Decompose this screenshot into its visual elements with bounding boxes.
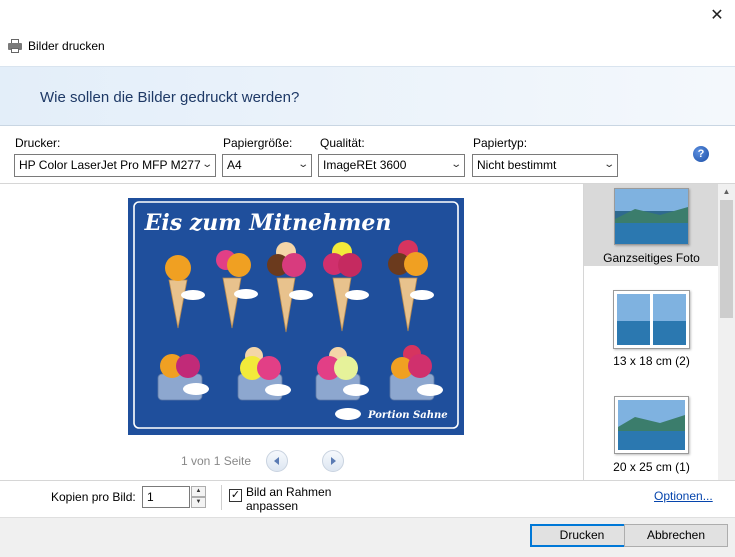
scroll-up-icon[interactable]: ▲: [718, 184, 735, 200]
chevron-down-icon: ⌄: [449, 159, 462, 170]
layout-item-13x18[interactable]: 13 x 18 cm (2): [584, 284, 719, 370]
layout-thumbnail: [614, 396, 689, 454]
printer-select[interactable]: HP Color LaserJet Pro MFP M277 ⌄: [14, 154, 216, 177]
cancel-button[interactable]: Abbrechen: [624, 524, 728, 547]
layout-item-full-page[interactable]: Ganzseitiges Foto: [584, 184, 719, 266]
layout-label: Ganzseitiges Foto: [603, 251, 700, 265]
paper-type-label: Papiertyp:: [473, 136, 528, 150]
preview-image-caption: Portion Sahne: [367, 410, 448, 421]
next-page-button[interactable]: [322, 450, 344, 472]
page-indicator: 1 von 1 Seite: [181, 454, 252, 468]
printer-value: HP Color LaserJet Pro MFP M277: [19, 158, 201, 172]
layout-item-20x25[interactable]: 20 x 25 cm (1): [584, 390, 719, 476]
copies-input[interactable]: 1: [142, 486, 190, 508]
chevron-down-icon: ⌄: [296, 159, 309, 170]
quality-value: ImageREt 3600: [323, 158, 407, 172]
paper-type-select[interactable]: Nicht bestimmt ⌄: [472, 154, 618, 177]
page-title: Wie sollen die Bilder gedruckt werden?: [40, 89, 300, 106]
scrollbar-thumb[interactable]: [720, 200, 733, 318]
window-title-bar: Bilder drucken: [8, 37, 105, 55]
preview-image-title: Eis zum Mitnehmen: [144, 210, 392, 236]
paper-size-value: A4: [227, 158, 242, 172]
chevron-down-icon: ⌄: [602, 159, 615, 170]
fit-label-line1: Bild an Rahmen: [246, 485, 332, 499]
fit-to-frame-label: Bild an Rahmen anpassen: [246, 485, 331, 513]
preview-image: Eis zum Mitnehmen Portion Sahne: [128, 198, 464, 435]
layout-scrollbar[interactable]: ▲: [718, 184, 735, 480]
layout-label: 13 x 18 cm (2): [613, 354, 690, 368]
paper-size-select[interactable]: A4 ⌄: [222, 154, 312, 177]
window-title: Bilder drucken: [28, 39, 105, 53]
arrow-left-icon: [274, 457, 279, 465]
arrow-right-icon: [331, 457, 336, 465]
print-button[interactable]: Drucken: [530, 524, 634, 547]
fit-to-frame-checkbox[interactable]: ✓: [229, 489, 242, 502]
spin-up-icon[interactable]: ▲: [191, 486, 206, 497]
header-band: Wie sollen die Bilder gedruckt werden?: [0, 66, 735, 126]
paper-size-label: Papiergröße:: [223, 136, 293, 150]
divider: [221, 485, 222, 510]
layout-list: Ganzseitiges Foto 13 x 18 cm (2) 20 x 25…: [583, 184, 735, 480]
spin-down-icon[interactable]: ▼: [191, 497, 206, 508]
layout-label: 20 x 25 cm (1): [613, 460, 690, 474]
paper-type-value: Nicht bestimmt: [477, 158, 557, 172]
printer-label: Drucker:: [15, 136, 61, 150]
layout-thumbnail: [613, 290, 690, 349]
fit-label-line2: anpassen: [246, 499, 299, 513]
printer-icon: [8, 39, 22, 53]
close-icon: ✕: [710, 7, 724, 24]
close-button[interactable]: ✕: [699, 0, 735, 30]
quality-select[interactable]: ImageREt 3600 ⌄: [318, 154, 465, 177]
previous-page-button[interactable]: [266, 450, 288, 472]
copies-label: Kopien pro Bild:: [51, 490, 136, 504]
layout-thumbnail: [614, 188, 689, 245]
chevron-down-icon: ⌄: [200, 159, 213, 170]
help-icon[interactable]: ?: [693, 146, 709, 162]
quality-label: Qualität:: [320, 136, 365, 150]
options-link[interactable]: Optionen...: [654, 489, 713, 503]
